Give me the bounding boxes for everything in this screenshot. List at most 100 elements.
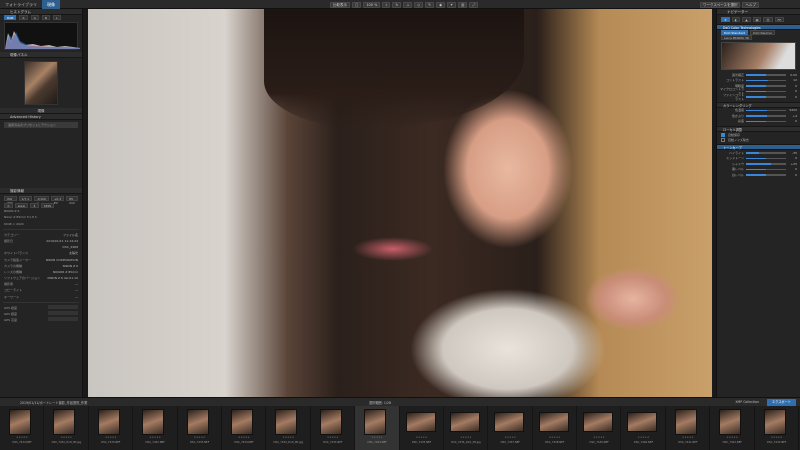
- toggle-denoise[interactable]: 自動ノイズ除去: [717, 137, 800, 142]
- film-thumbnail[interactable]: ★★★★★ DSC_7433.NEF: [178, 406, 222, 450]
- slider-track[interactable]: [746, 174, 786, 176]
- slider-value[interactable]: 0.00: [788, 73, 797, 77]
- rating-stars[interactable]: ★★★★★: [400, 436, 444, 439]
- slider-track[interactable]: [746, 74, 786, 76]
- slider-row[interactable]: ファインコントラスト 0: [717, 93, 800, 101]
- film-thumbnail[interactable]: ★★★★★ DSC_7438.NEF: [533, 406, 578, 450]
- retouch-icon[interactable]: ✎: [425, 1, 435, 8]
- rating-stars[interactable]: ★★★★★: [133, 436, 177, 439]
- channel-l[interactable]: L: [52, 15, 61, 20]
- slider-track[interactable]: [746, 85, 786, 87]
- horizon-icon[interactable]: ⊥: [403, 1, 413, 8]
- slider-track[interactable]: [746, 168, 786, 170]
- slider-track[interactable]: [746, 96, 786, 98]
- redeye-icon[interactable]: ◉: [436, 1, 446, 8]
- rating-stars[interactable]: ★★★★★: [355, 436, 399, 439]
- slider-value[interactable]: 0: [788, 167, 797, 171]
- rating-stars[interactable]: ★★★★★: [488, 436, 532, 439]
- history-item[interactable]: 適用済みのプリセットとアクション: [4, 122, 78, 129]
- slider-track[interactable]: [746, 109, 786, 111]
- develop-panel-header[interactable]: 現像パネル: [0, 52, 82, 58]
- slider-track[interactable]: [746, 163, 786, 165]
- slider-value[interactable]: 0: [788, 89, 797, 93]
- rating-stars[interactable]: ★★★★★: [710, 436, 754, 439]
- channel-rgb[interactable]: RGB: [4, 15, 17, 20]
- profile-neutral[interactable]: DxO Neutral: [750, 30, 775, 35]
- slider-value[interactable]: 0: [788, 95, 797, 99]
- shooting-info-header[interactable]: 撮影情報: [0, 188, 82, 195]
- film-thumbnail[interactable]: ★★★★★ DSC_7432.NEF: [0, 406, 45, 450]
- zoom-select[interactable]: 100 %: [363, 1, 381, 8]
- gps-alt[interactable]: GPS 高度: [0, 317, 82, 323]
- film-thumbnail[interactable]: ★★★★★ DSC_7433.NEF: [311, 406, 356, 450]
- slider-value[interactable]: +25: [788, 162, 797, 166]
- film-thumbnail[interactable]: ★★★★★ DSC_7437.NEF: [488, 406, 533, 450]
- slider-value[interactable]: 0: [788, 173, 797, 177]
- watermark-tab-icon[interactable]: Ⓦ: [763, 17, 773, 22]
- fit-icon[interactable]: ▢: [352, 1, 362, 8]
- detail-tab-icon[interactable]: ▲: [742, 17, 751, 22]
- film-thumbnail[interactable]: ★★★★★ DSC_7434.NEF: [222, 406, 267, 450]
- rating-stars[interactable]: ★★★★★: [444, 436, 488, 439]
- light-tab-icon[interactable]: ☀: [721, 17, 730, 22]
- slider-value[interactable]: 12: [788, 78, 797, 82]
- film-thumbnail[interactable]: ★★★★★ DSC_7435.NEF: [400, 406, 444, 450]
- film-thumbnail[interactable]: ★★★★★ DSC_7439.NEF: [577, 406, 622, 450]
- film-thumbnail[interactable]: ★★★★★ DSC_7433.NEF: [89, 406, 134, 450]
- film-thumbnail[interactable]: ★★★★★ DSC_7436_DxO_Mt.jpg: [444, 406, 489, 450]
- fullscreen-icon[interactable]: ⤢: [469, 1, 479, 8]
- film-thumbnail[interactable]: ★★★★★ DSC_7443.NEF: [755, 406, 800, 450]
- film-thumbnail[interactable]: ★★★★★ DSC_7432.NEF: [133, 406, 178, 450]
- film-thumbnail[interactable]: ★★★★★ DSC_7434.NEF: [355, 406, 400, 450]
- channel-g[interactable]: G: [30, 15, 39, 20]
- profile-leica[interactable]: Leica PRISMA 3D: [721, 35, 753, 40]
- rotate-icon[interactable]: ↻: [392, 1, 402, 8]
- rating-stars[interactable]: ★★★★★: [89, 436, 133, 439]
- tab-develop[interactable]: 現像: [42, 0, 60, 9]
- channel-b[interactable]: B: [41, 15, 50, 20]
- help-button[interactable]: ヘルプ: [742, 1, 759, 8]
- rating-stars[interactable]: ★★★★★: [621, 436, 665, 439]
- compare-button[interactable]: 比較表示: [330, 1, 350, 8]
- rating-stars[interactable]: ★★★★★: [266, 436, 310, 439]
- slider-value[interactable]: 0: [788, 84, 797, 88]
- slider-value[interactable]: 0: [788, 119, 797, 123]
- film-thumbnail[interactable]: ★★★★★ DSC_7442.NEF: [710, 406, 755, 450]
- rating-stars[interactable]: ★★★★★: [577, 436, 621, 439]
- checkbox-icon[interactable]: [721, 137, 725, 142]
- local-adjust-icon[interactable]: ✦: [447, 1, 457, 8]
- filmpack-tab-icon[interactable]: FP: [774, 17, 785, 22]
- rating-stars[interactable]: ★★★★★: [533, 436, 577, 439]
- workspace-button[interactable]: ワークスペースを選択: [700, 1, 741, 8]
- slider-track[interactable]: [746, 120, 786, 122]
- slider-row[interactable]: 彩度 0: [717, 119, 800, 125]
- rating-stars[interactable]: ★★★★★: [311, 436, 355, 439]
- navigator-preview[interactable]: [721, 42, 796, 70]
- slider-value[interactable]: 5200: [788, 108, 797, 112]
- slider-value[interactable]: +4: [788, 114, 797, 118]
- rating-stars[interactable]: ★★★★★: [0, 436, 44, 439]
- film-thumbnail[interactable]: ★★★★★ DSC_7440.NEF: [621, 406, 666, 450]
- xmp-collection[interactable]: XMP Collection: [735, 400, 767, 404]
- checkbox-icon[interactable]: [721, 132, 725, 137]
- slider-value[interactable]: 0: [788, 156, 797, 160]
- tab-photo-library[interactable]: フォトライブラリ: [0, 0, 42, 9]
- slider-track[interactable]: [746, 115, 786, 117]
- slider-track[interactable]: [746, 79, 786, 81]
- slider-track[interactable]: [746, 90, 786, 92]
- export-button[interactable]: エクスポート: [766, 398, 796, 406]
- rating-stars[interactable]: ★★★★★: [44, 436, 88, 439]
- histogram-toggle-icon[interactable]: ▥: [458, 1, 468, 8]
- image-viewer[interactable]: [84, 9, 716, 397]
- slider-row[interactable]: 白レベル 0: [717, 172, 800, 178]
- navigator-header[interactable]: ナビゲーター: [717, 9, 800, 15]
- perspective-icon[interactable]: ◇: [414, 1, 424, 8]
- film-thumbnail[interactable]: ★★★★★ DSC_7432_DxO_Mt.jpg: [266, 406, 311, 450]
- geometry-tab-icon[interactable]: ▦: [752, 17, 762, 22]
- film-thumbnail[interactable]: ★★★★★ DSC_7441.NEF: [666, 406, 711, 450]
- slider-track[interactable]: [746, 152, 786, 154]
- slider-value[interactable]: -35: [788, 151, 797, 155]
- slider-track[interactable]: [746, 157, 786, 159]
- rating-stars[interactable]: ★★★★★: [755, 436, 799, 439]
- rating-stars[interactable]: ★★★★★: [222, 436, 266, 439]
